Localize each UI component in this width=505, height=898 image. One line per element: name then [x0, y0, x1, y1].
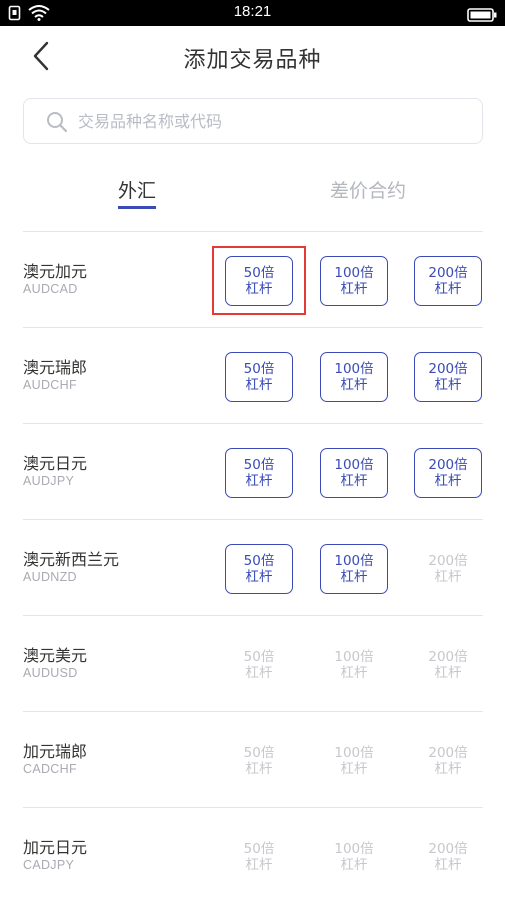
instrument-name: 澳元加元 [23, 262, 88, 281]
instrument-row: 加元瑞郎 CADCHF 50倍 杠杆 100倍 杠杆 200倍 杠杆 [23, 711, 483, 807]
battery-icon [467, 7, 497, 26]
leverage-label: 杠杆 [434, 665, 462, 681]
instrument-name: 澳元瑞郎 [23, 358, 88, 377]
leverage-label: 杠杆 [340, 569, 368, 585]
leverage-label: 杠杆 [434, 377, 462, 393]
instrument-name: 澳元美元 [23, 646, 88, 665]
leverage-multiplier-label: 100倍 [334, 553, 374, 569]
leverage-multiplier-label: 200倍 [428, 745, 468, 761]
leverage-label: 杠杆 [434, 281, 462, 297]
leverage-label: 杠杆 [245, 665, 273, 681]
leverage-multiplier-label: 50倍 [243, 457, 275, 473]
leverage-multiplier-label: 50倍 [243, 841, 275, 857]
search-input[interactable] [78, 107, 468, 135]
instrument-name: 加元瑞郎 [23, 742, 88, 761]
leverage-200x-button[interactable]: 200倍 杠杆 [414, 256, 482, 306]
leverage-label: 杠杆 [434, 569, 462, 585]
instrument-list: 澳元加元 AUDCAD 50倍 杠杆 100倍 杠杆 200倍 杠杆 澳元瑞郎 AUDCHF 50倍… [23, 231, 483, 898]
leverage-label: 杠杆 [340, 281, 368, 297]
leverage-multiplier-label: 200倍 [428, 361, 468, 377]
leverage-100x-button[interactable]: 100倍 杠杆 [320, 256, 388, 306]
leverage-multiplier-label: 200倍 [428, 649, 468, 665]
leverage-multiplier-label: 200倍 [428, 457, 468, 473]
leverage-multiplier-label: 200倍 [428, 841, 468, 857]
leverage-200x-button: 200倍 杠杆 [414, 832, 482, 882]
leverage-label: 杠杆 [245, 281, 273, 297]
leverage-multiplier-label: 200倍 [428, 553, 468, 569]
leverage-100x-button[interactable]: 100倍 杠杆 [320, 448, 388, 498]
leverage-200x-button: 200倍 杠杆 [414, 736, 482, 786]
leverage-label: 杠杆 [245, 761, 273, 777]
leverage-label: 杠杆 [434, 857, 462, 873]
nav-header: 添加交易品种 [0, 26, 505, 86]
leverage-200x-button[interactable]: 200倍 杠杆 [414, 448, 482, 498]
leverage-label: 杠杆 [434, 473, 462, 489]
leverage-label: 杠杆 [245, 569, 273, 585]
status-bar: 18:21 [0, 0, 505, 26]
instrument-code: AUDJPY [23, 474, 75, 488]
tab-forex[interactable]: 外汇 [77, 176, 197, 203]
instrument-name: 加元日元 [23, 838, 88, 857]
leverage-100x-button: 100倍 杠杆 [320, 640, 388, 690]
search-box[interactable] [23, 98, 483, 144]
instrument-row: 澳元瑞郎 AUDCHF 50倍 杠杆 100倍 杠杆 200倍 杠杆 [23, 327, 483, 423]
leverage-label: 杠杆 [340, 761, 368, 777]
leverage-multiplier-label: 100倍 [334, 841, 374, 857]
leverage-200x-button[interactable]: 200倍 杠杆 [414, 352, 482, 402]
leverage-100x-button[interactable]: 100倍 杠杆 [320, 544, 388, 594]
leverage-label: 杠杆 [434, 761, 462, 777]
leverage-label: 杠杆 [245, 377, 273, 393]
leverage-multiplier-label: 50倍 [243, 649, 275, 665]
leverage-50x-button: 50倍 杠杆 [225, 736, 293, 786]
instrument-row: 加元日元 CADJPY 50倍 杠杆 100倍 杠杆 200倍 杠杆 [23, 807, 483, 898]
instrument-name: 澳元日元 [23, 454, 88, 473]
instrument-code: AUDCHF [23, 378, 77, 392]
instrument-name: 澳元新西兰元 [23, 550, 120, 569]
leverage-100x-button[interactable]: 100倍 杠杆 [320, 352, 388, 402]
leverage-50x-button[interactable]: 50倍 杠杆 [225, 448, 293, 498]
leverage-50x-button: 50倍 杠杆 [225, 640, 293, 690]
tab-bar: 外汇 差价合约 [0, 170, 505, 220]
instrument-code: AUDUSD [23, 666, 78, 680]
leverage-multiplier-label: 50倍 [243, 553, 275, 569]
leverage-label: 杠杆 [340, 665, 368, 681]
leverage-50x-button[interactable]: 50倍 杠杆 [225, 256, 293, 306]
leverage-multiplier-label: 50倍 [243, 745, 275, 761]
instrument-row: 澳元加元 AUDCAD 50倍 杠杆 100倍 杠杆 200倍 杠杆 [23, 231, 483, 327]
instrument-row: 澳元日元 AUDJPY 50倍 杠杆 100倍 杠杆 200倍 杠杆 [23, 423, 483, 519]
active-tab-indicator [118, 206, 156, 209]
leverage-50x-button[interactable]: 50倍 杠杆 [225, 352, 293, 402]
leverage-label: 杠杆 [340, 857, 368, 873]
leverage-multiplier-label: 100倍 [334, 265, 374, 281]
leverage-multiplier-label: 100倍 [334, 361, 374, 377]
leverage-50x-button[interactable]: 50倍 杠杆 [225, 544, 293, 594]
leverage-50x-button: 50倍 杠杆 [225, 832, 293, 882]
leverage-100x-button: 100倍 杠杆 [320, 832, 388, 882]
instrument-row: 澳元新西兰元 AUDNZD 50倍 杠杆 100倍 杠杆 200倍 杠杆 [23, 519, 483, 615]
leverage-200x-button: 200倍 杠杆 [414, 544, 482, 594]
leverage-multiplier-label: 50倍 [243, 265, 275, 281]
instrument-code: CADJPY [23, 858, 75, 872]
leverage-label: 杠杆 [340, 473, 368, 489]
leverage-label: 杠杆 [340, 377, 368, 393]
instrument-code: CADCHF [23, 762, 77, 776]
page-title: 添加交易品种 [183, 48, 322, 73]
instrument-code: AUDNZD [23, 570, 77, 584]
instrument-code: AUDCAD [23, 282, 78, 296]
leverage-label: 杠杆 [245, 857, 273, 873]
instrument-row: 澳元美元 AUDUSD 50倍 杠杆 100倍 杠杆 200倍 杠杆 [23, 615, 483, 711]
leverage-multiplier-label: 100倍 [334, 649, 374, 665]
leverage-200x-button: 200倍 杠杆 [414, 640, 482, 690]
leverage-multiplier-label: 200倍 [428, 265, 468, 281]
tab-cfd[interactable]: 差价合约 [308, 176, 428, 203]
leverage-label: 杠杆 [245, 473, 273, 489]
leverage-multiplier-label: 100倍 [334, 745, 374, 761]
leverage-100x-button: 100倍 杠杆 [320, 736, 388, 786]
status-time: 18:21 [233, 3, 272, 20]
leverage-multiplier-label: 50倍 [243, 361, 275, 377]
leverage-multiplier-label: 100倍 [334, 457, 374, 473]
search-icon [46, 111, 68, 137]
